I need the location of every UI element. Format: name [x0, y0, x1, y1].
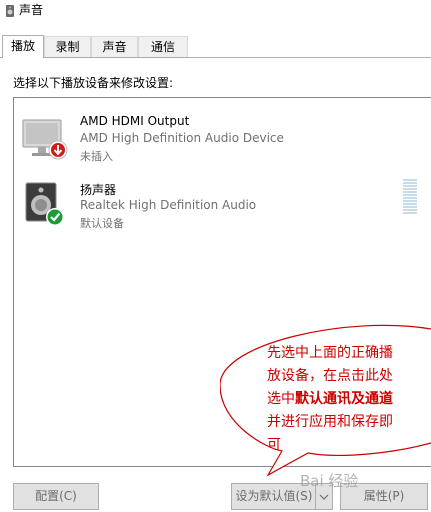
title-bar: 声音	[0, 0, 431, 30]
set-default-label: 设为默认值(S)	[235, 489, 313, 503]
device-name: 扬声器	[80, 183, 117, 197]
annotation-text: 先选中上面的正确播 放设备，在点击此处 选中默认通讯及通道 并进行应用和保存即 …	[267, 342, 417, 457]
tab-sounds[interactable]: 声音	[91, 36, 138, 57]
tab-recording[interactable]: 录制	[44, 36, 91, 57]
device-status: 未插入	[80, 150, 113, 163]
sound-dialog: 声音 播放 录制 声音 通信 选择以下播放设备来修改设置: AMD HDMI O…	[0, 0, 431, 512]
annotation-line-4: 并进行应用和保存即	[267, 414, 393, 430]
device-description: Realtek High Definition Audio	[80, 198, 257, 212]
device-status: 默认设备	[80, 217, 124, 230]
device-item-amd-hdmi[interactable]: AMD HDMI Output AMD High Definition Audi…	[14, 110, 414, 168]
device-description: AMD High Definition Audio Device	[80, 131, 284, 145]
configure-button[interactable]: 配置(C)	[13, 483, 99, 510]
tab-strip: 播放 录制 声音 通信	[0, 35, 431, 58]
annotation-line-5: 可	[267, 437, 281, 453]
default-check-icon	[46, 208, 64, 226]
speaker-icon	[25, 182, 64, 226]
monitor-icon	[22, 119, 68, 160]
speaker-small-icon	[6, 5, 14, 17]
tab-communications[interactable]: 通信	[138, 36, 188, 57]
device-name: AMD HDMI Output	[80, 114, 190, 128]
watermark-logo: Bai 经验	[300, 472, 359, 490]
unplugged-arrow-icon	[48, 140, 68, 160]
annotation-line-3: 选中默认通讯及通道	[267, 391, 393, 407]
volume-level-meter	[403, 179, 417, 219]
annotation-line-1: 先选中上面的正确播	[267, 345, 393, 361]
tab-playback[interactable]: 播放	[2, 35, 44, 58]
annotation-line-2: 放设备，在点击此处	[267, 368, 393, 384]
device-item-speakers[interactable]: 扬声器 Realtek High Definition Audio 默认设备	[14, 177, 417, 235]
window-title: 声音	[19, 3, 44, 17]
instruction-text: 选择以下播放设备来修改设置:	[13, 76, 174, 90]
